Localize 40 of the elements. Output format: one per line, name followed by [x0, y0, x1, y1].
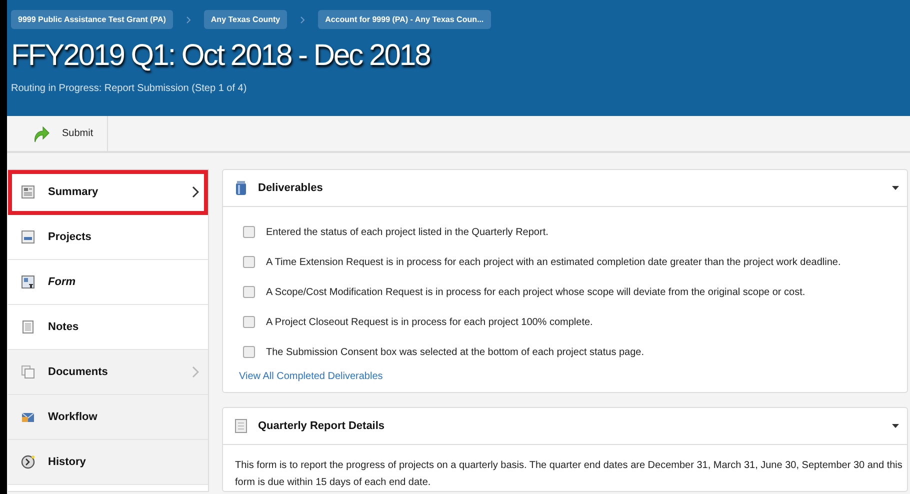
form-icon [21, 275, 35, 289]
submit-button[interactable]: Submit [7, 116, 108, 151]
deliverable-text: A Time Extension Request is in process for each project with an estimated completion date greater than the project work deadline. [266, 256, 841, 268]
caret-icon[interactable] [892, 186, 899, 190]
notes-icon [21, 320, 35, 334]
document-icon [235, 419, 247, 433]
envelope-icon [21, 410, 35, 424]
document-icon [21, 230, 35, 244]
chevron-icon [300, 16, 306, 24]
breadcrumb[interactable]: Any Texas County [204, 10, 288, 29]
deliverable-text: A Scope/Cost Modification Request is in process for each project whose scope will deviate from the original scope or cost. [266, 286, 806, 298]
deliverable-text: Entered the status of each project listed in the Quarterly Report. [266, 226, 548, 238]
clock-icon [21, 455, 35, 469]
documents-icon [21, 365, 35, 379]
jar-icon [235, 180, 247, 196]
checkbox[interactable] [243, 226, 255, 238]
sidebar-item[interactable]: Projects [8, 215, 208, 260]
sidebar-item[interactable]: Summary [8, 170, 208, 215]
description-text: This form is to report the progress of projects on a quarterly basis. The quarter end dates are December 31, March 31, June 30, September 30 and this form is due within 15 days of each end date. [234, 459, 904, 490]
document-icon [21, 185, 35, 199]
sidebar-item[interactable]: Form [8, 260, 208, 305]
status-subtitle: Routing in Progress: Report Submission (Step 1 of 4) [11, 83, 248, 94]
card-title: Quarterly Report Details [258, 420, 386, 432]
page-title: FFY2019 Q1: Oct 2018 - Dec 2018 [11, 39, 431, 73]
chevron-icon [186, 16, 191, 24]
sidebar-item[interactable]: Documents [8, 350, 208, 395]
breadcrumb[interactable]: Account for 9999 (PA) - Any Texas Coun... [318, 10, 491, 29]
breadcrumb[interactable]: 9999 Public Assistance Test Grant (PA) [11, 10, 173, 29]
arrow-icon [33, 124, 50, 143]
view-all-link[interactable]: View All Completed Deliverables [239, 371, 383, 382]
caret-icon[interactable] [892, 424, 899, 428]
checkbox[interactable] [243, 286, 255, 298]
checkbox[interactable] [243, 346, 255, 358]
checkbox[interactable] [243, 256, 255, 268]
sidebar-item[interactable]: History [8, 440, 208, 485]
deliverable-text: A Project Closeout Request is in process for each project 100% complete. [266, 316, 593, 328]
deliverable-text: The Submission Consent box was selected at the bottom of each project status page. [266, 346, 644, 358]
card-title: Deliverables [258, 182, 324, 194]
checkbox[interactable] [243, 316, 255, 328]
sidebar-item[interactable]: Workflow [8, 395, 208, 440]
